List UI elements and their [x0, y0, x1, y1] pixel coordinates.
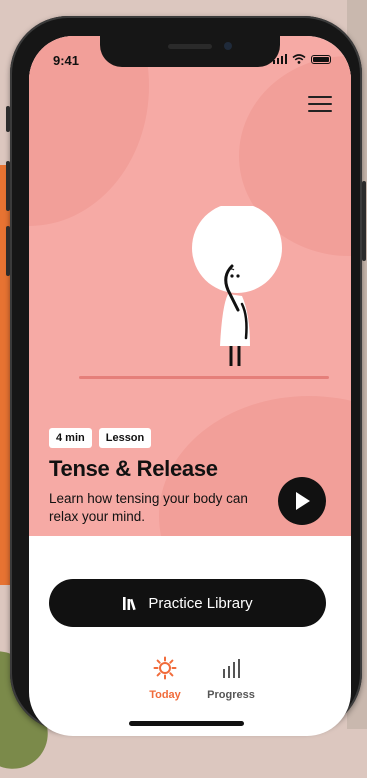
status-icons — [272, 54, 331, 64]
lesson-badges: 4 min Lesson — [49, 428, 152, 448]
lesson-description: Learn how tensing your body can relax yo… — [49, 491, 248, 524]
practice-library-label: Practice Library — [148, 594, 253, 612]
tab-today[interactable]: Today — [135, 656, 195, 701]
tab-progress[interactable]: Progress — [201, 656, 261, 701]
menu-button[interactable] — [308, 94, 334, 114]
practice-library-button[interactable]: Practice Library — [49, 579, 326, 627]
play-button[interactable] — [278, 477, 326, 525]
play-icon — [296, 492, 310, 510]
lesson-title: Tense & Release — [49, 456, 218, 481]
phone-frame: 4 min Lesson Tense & Release Learn how t… — [6, 16, 366, 736]
ground-line — [79, 376, 329, 379]
wifi-icon — [292, 54, 306, 64]
speaker — [168, 44, 212, 49]
phone-screen: 4 min Lesson Tense & Release Learn how t… — [29, 36, 351, 736]
type-badge: Lesson — [98, 428, 152, 448]
front-camera — [224, 42, 232, 50]
mute-switch — [6, 106, 10, 132]
volume-down-button — [6, 226, 10, 276]
lesson-hero: 4 min Lesson Tense & Release Learn how t… — [29, 36, 351, 536]
notch — [100, 36, 280, 67]
volume-up-button — [6, 161, 10, 211]
home-indicator[interactable] — [129, 721, 244, 726]
tab-today-label: Today — [149, 689, 181, 701]
power-button — [362, 181, 366, 261]
duration-badge: 4 min — [49, 428, 92, 448]
bar-chart-icon — [223, 659, 240, 678]
battery-icon — [311, 55, 331, 64]
thinking-person-illustration — [192, 206, 282, 366]
sun-icon — [153, 656, 177, 680]
tab-progress-label: Progress — [207, 689, 255, 701]
status-time: 9:41 — [53, 53, 80, 68]
signal-icon — [272, 54, 287, 64]
library-icon — [123, 597, 137, 611]
